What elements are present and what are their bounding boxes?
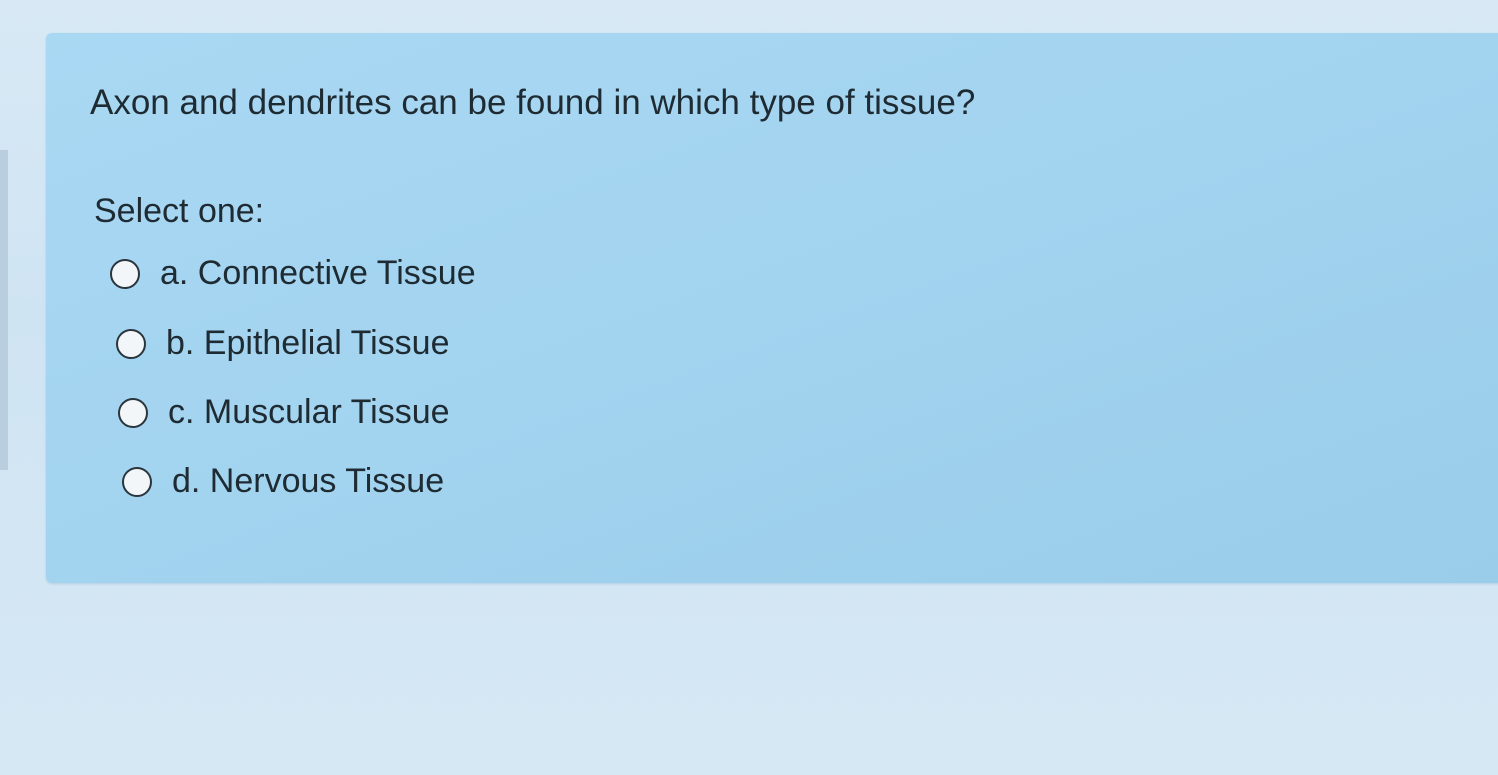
option-label: b. Epithelial Tissue (166, 324, 450, 362)
question-text: Axon and dendrites can be found in which… (90, 83, 976, 122)
sidebar-edge (0, 150, 8, 470)
radio-button[interactable] (118, 397, 148, 428)
radio-button[interactable] (122, 466, 152, 497)
question-card: Axon and dendrites can be found in which… (46, 33, 1498, 583)
option-label: d. Nervous Tissue (172, 462, 445, 500)
option-a[interactable]: a. Connective Tissue (110, 254, 476, 293)
option-b[interactable]: b. Epithelial Tissue (116, 324, 450, 363)
option-d[interactable]: d. Nervous Tissue (122, 462, 444, 501)
option-c[interactable]: c. Muscular Tissue (118, 393, 450, 432)
radio-button[interactable] (116, 328, 146, 359)
option-label: c. Muscular Tissue (168, 393, 450, 431)
option-label: a. Connective Tissue (160, 254, 476, 292)
radio-button[interactable] (110, 258, 140, 289)
select-one-label: Select one: (94, 192, 265, 230)
